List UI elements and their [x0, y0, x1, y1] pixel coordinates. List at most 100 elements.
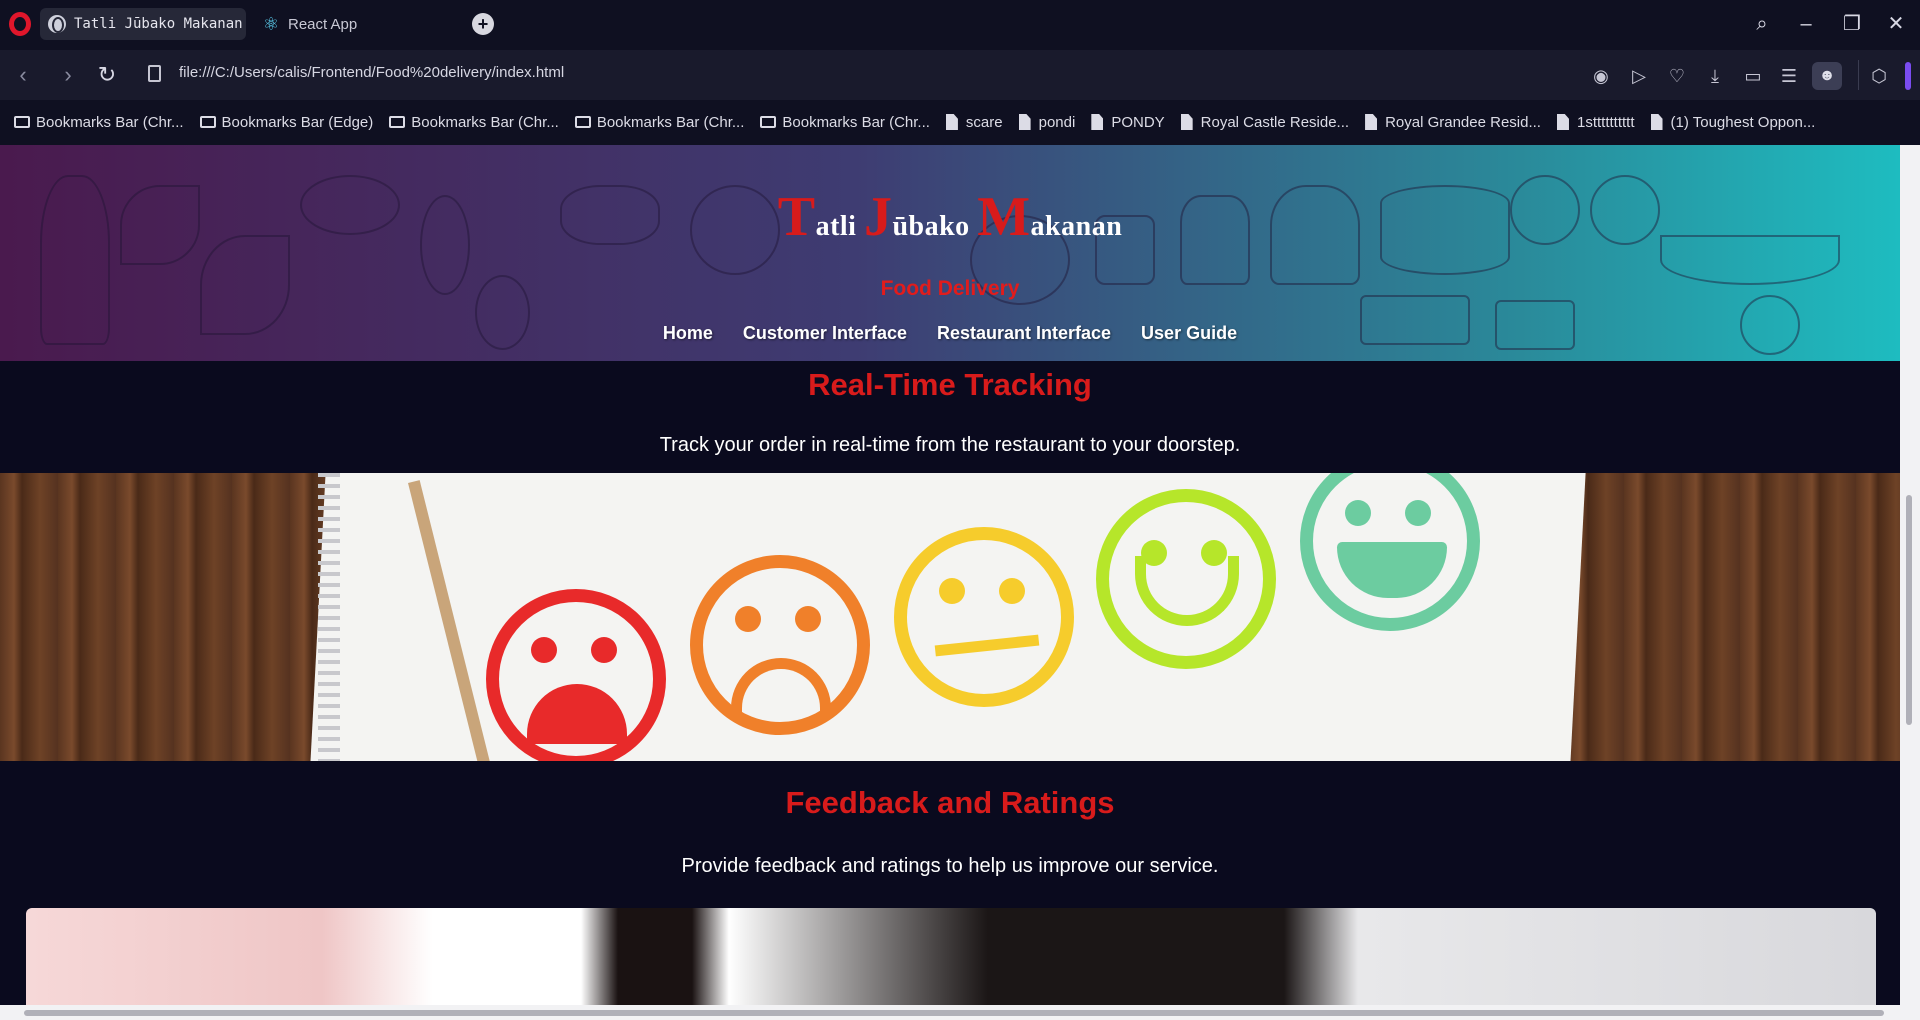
address-bar: ‹ › ↻ file:///C:/Users/calis/Frontend/Fo…: [0, 50, 1920, 100]
bookmark-label: pondi: [1038, 113, 1076, 131]
nav-user-guide[interactable]: User Guide: [1141, 323, 1237, 344]
vertical-scrollbar[interactable]: [1900, 145, 1920, 1007]
title-word-2: ūbako: [892, 211, 978, 242]
eye: [939, 578, 965, 604]
nav-home[interactable]: Home: [663, 323, 713, 344]
page-viewport: Tatli Jūbako Makanan Food Delivery Home …: [0, 145, 1900, 1007]
page-icon: [1650, 114, 1663, 130]
bookmark-label: PONDY: [1111, 113, 1165, 131]
close-icon[interactable]: ✕: [1882, 10, 1910, 38]
bookmark-item[interactable]: scare: [945, 114, 1003, 131]
bookmark-label: (1) Toughest Oppon...: [1670, 113, 1816, 131]
bookmark-label: Royal Castle Reside...: [1200, 113, 1350, 131]
bookmark-item[interactable]: Bookmarks Bar (Chr...: [574, 113, 745, 131]
title-cap-t: T: [777, 186, 816, 248]
happy-face-icon: [1096, 489, 1276, 669]
section-title-tracking: Real-Time Tracking: [808, 367, 1092, 402]
page-icon: [1365, 114, 1378, 130]
reload-icon[interactable]: ↻: [94, 62, 120, 88]
mouth: [934, 634, 1040, 657]
restore-icon[interactable]: ❐: [1838, 10, 1866, 38]
title-cap-m: M: [977, 186, 1031, 248]
folder-icon: [14, 116, 30, 128]
bookmark-label: Bookmarks Bar (Chr...: [782, 113, 930, 131]
bookmarks-bar: Bookmarks Bar (Chr... Bookmarks Bar (Edge…: [0, 102, 1920, 142]
site-nav: Home Customer Interface Restaurant Inter…: [0, 323, 1900, 344]
eye: [735, 606, 761, 632]
site-header: Tatli Jūbako Makanan Food Delivery Home …: [0, 145, 1900, 361]
eye: [795, 606, 821, 632]
profile-icon[interactable]: ☻: [1812, 62, 1842, 90]
nav-customer-interface[interactable]: Customer Interface: [743, 323, 907, 344]
feedback-faces-image: [0, 473, 1900, 761]
page-icon: [945, 114, 958, 130]
angry-face-icon: [486, 589, 666, 761]
mouth: [731, 658, 831, 718]
forward-icon[interactable]: ›: [55, 62, 81, 88]
tab-active[interactable]: Tatli Jūbako Makanan D: [40, 8, 246, 40]
eye: [999, 578, 1025, 604]
folder-icon: [760, 116, 777, 128]
bookmark-item[interactable]: PONDY: [1091, 113, 1165, 131]
bookmark-item[interactable]: (1) Toughest Oppon...: [1650, 113, 1816, 131]
scrollbar-thumb[interactable]: [24, 1010, 1884, 1016]
back-icon[interactable]: ‹: [10, 62, 36, 88]
section-title-feedback: Feedback and Ratings: [785, 785, 1115, 820]
nav-restaurant-interface[interactable]: Restaurant Interface: [937, 323, 1111, 344]
file-icon: [148, 65, 161, 82]
bookmark-label: Bookmarks Bar (Chr...: [411, 113, 559, 131]
bookmark-item[interactable]: Bookmarks Bar (Chr...: [14, 114, 184, 131]
folder-icon: [199, 116, 216, 128]
mouth: [1337, 542, 1447, 598]
site-subtitle: Food Delivery: [880, 277, 1020, 300]
scrollbar-thumb[interactable]: [1906, 495, 1912, 725]
bookmark-item[interactable]: 1stttttttttt: [1556, 113, 1635, 131]
title-cap-j: J: [863, 186, 893, 248]
eye: [531, 637, 557, 663]
mouth: [1135, 556, 1239, 626]
title-word-1: atli: [815, 211, 864, 242]
sidebar-toggle[interactable]: [1905, 62, 1911, 90]
sad-face-icon: [690, 555, 870, 735]
tab-react-app[interactable]: ⚛ React App: [254, 8, 454, 40]
opera-logo-icon[interactable]: [9, 12, 31, 36]
notebook-spiral: [318, 473, 340, 761]
tab-bar: Tatli Jūbako Makanan D ⚛ React App + ⌕ –…: [0, 0, 1920, 48]
react-icon: ⚛: [262, 14, 280, 34]
bookmark-item[interactable]: Bookmarks Bar (Chr...: [760, 114, 930, 131]
settings-sliders-icon[interactable]: ☰: [1776, 63, 1802, 89]
bookmark-item[interactable]: pondi: [1018, 113, 1076, 131]
search-icon[interactable]: ⌕: [1748, 10, 1776, 38]
eye: [1405, 500, 1431, 526]
page-icon: [1018, 114, 1031, 130]
bookmark-item[interactable]: Bookmarks Bar (Edge): [199, 114, 373, 131]
title-word-3: akanan: [1030, 211, 1123, 242]
page-icon: [1091, 114, 1104, 130]
download-icon[interactable]: ⤓: [1702, 63, 1728, 89]
browser-window: Tatli Jūbako Makanan D ⚛ React App + ⌕ –…: [0, 0, 1920, 1020]
heart-icon[interactable]: ♡: [1664, 63, 1690, 89]
extensions-cube-icon[interactable]: ⬡: [1866, 63, 1892, 89]
site-title: Tatli Jūbako Makanan: [0, 185, 1900, 249]
camera-icon[interactable]: ◉: [1588, 63, 1614, 89]
horizontal-scrollbar[interactable]: [0, 1005, 1920, 1020]
tab-label: Tatli Jūbako Makanan D: [74, 16, 246, 32]
bookmark-label: 1stttttttttt: [1576, 113, 1635, 131]
section-text-feedback: Provide feedback and ratings to help us …: [681, 855, 1219, 877]
divider: [1858, 60, 1859, 90]
bookmark-label: Bookmarks Bar (Chr...: [596, 113, 745, 131]
bookmark-item[interactable]: Royal Grandee Resid...: [1365, 114, 1541, 131]
bookmark-item[interactable]: Royal Castle Reside...: [1180, 113, 1350, 131]
new-tab-button[interactable]: +: [472, 13, 494, 35]
neutral-face-icon: [894, 527, 1074, 707]
bookmark-label: Royal Grandee Resid...: [1385, 113, 1541, 131]
bookmark-label: Bookmarks Bar (Chr...: [36, 113, 184, 131]
url-field[interactable]: file:///C:/Users/calis/Frontend/Food%20d…: [179, 64, 564, 81]
send-icon[interactable]: ▷: [1626, 63, 1652, 89]
section-text-tracking: Track your order in real-time from the r…: [659, 434, 1241, 456]
bookmark-item[interactable]: Bookmarks Bar (Chr...: [389, 114, 559, 131]
page-icon: [1556, 114, 1569, 130]
minimize-icon[interactable]: –: [1792, 10, 1820, 38]
folder-icon: [574, 116, 591, 128]
battery-icon[interactable]: ▭: [1740, 63, 1766, 89]
